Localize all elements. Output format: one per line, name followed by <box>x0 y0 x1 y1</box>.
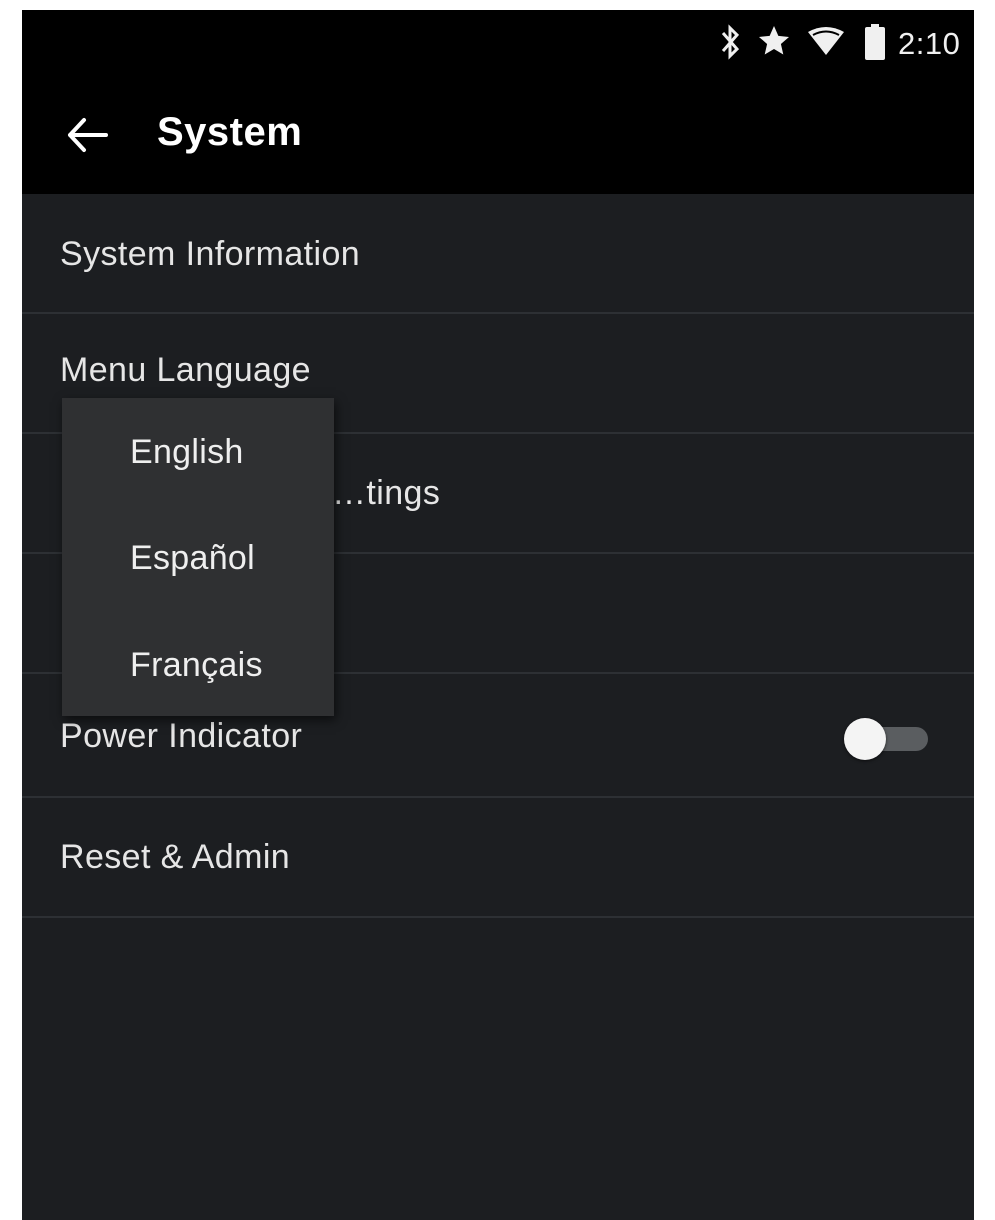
screen: 2:10 System System Information Menu Lang… <box>22 10 974 1220</box>
option-label: Français <box>130 646 263 684</box>
option-label: Español <box>130 539 255 577</box>
settings-item-system-information[interactable]: System Information <box>22 194 974 314</box>
language-option-espanol[interactable]: Español <box>62 509 334 609</box>
settings-item-label: …tings <box>332 474 441 512</box>
settings-item-label: Menu Language <box>60 351 311 389</box>
page-title: System <box>157 110 303 154</box>
settings-item-reset-admin[interactable]: Reset & Admin <box>22 798 974 918</box>
option-label: English <box>130 433 244 471</box>
bluetooth-icon <box>721 24 740 60</box>
power-indicator-toggle[interactable] <box>842 718 932 760</box>
wifi-icon <box>808 27 844 55</box>
battery-icon <box>865 24 885 60</box>
back-button[interactable] <box>62 110 112 160</box>
star-icon <box>759 26 789 55</box>
settings-item-label: Power Indicator <box>60 717 303 755</box>
settings-item-label: Reset & Admin <box>60 838 291 876</box>
status-time: 2:10 <box>898 26 961 61</box>
language-option-francais[interactable]: Français <box>62 616 334 716</box>
toggle-thumb <box>844 718 886 760</box>
status-bar: 2:10 <box>22 10 974 78</box>
app-bar: System <box>22 78 974 194</box>
arrow-left-icon <box>68 118 108 152</box>
language-dropdown-menu: English Español Français <box>62 398 334 716</box>
language-option-english[interactable]: English <box>62 403 334 503</box>
settings-item-label: System Information <box>60 235 361 273</box>
